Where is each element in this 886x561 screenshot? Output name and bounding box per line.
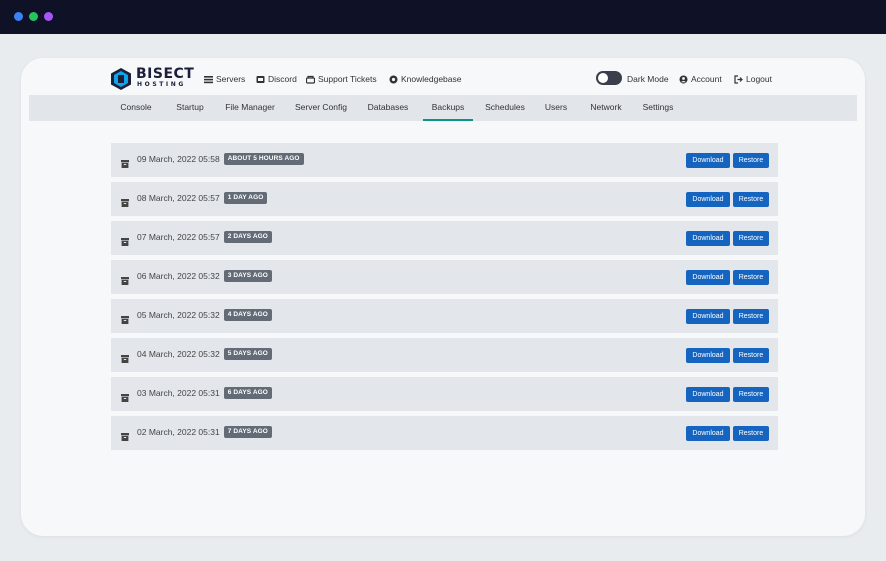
backup-date: 08 March, 2022 05:57 xyxy=(137,193,220,203)
backup-date: 04 March, 2022 05:32 xyxy=(137,349,220,359)
backup-meta: 02 March, 2022 05:31 7 DAYS AGO xyxy=(137,426,272,438)
app-panel: BISECT HOSTING Servers Discord Support T… xyxy=(21,58,865,536)
backup-date: 03 March, 2022 05:31 xyxy=(137,388,220,398)
backup-row: 06 March, 2022 05:32 3 DAYS AGO Download … xyxy=(111,260,778,294)
window-dot-green xyxy=(29,12,38,21)
nav-discord-label: Discord xyxy=(268,74,297,84)
tab-startup[interactable]: Startup xyxy=(172,95,208,121)
archive-icon xyxy=(121,389,129,402)
tab-schedules[interactable]: Schedules xyxy=(483,95,527,121)
download-button[interactable]: Download xyxy=(686,387,730,402)
discord-icon xyxy=(256,75,265,84)
tab-users[interactable]: Users xyxy=(541,95,571,121)
backup-date: 06 March, 2022 05:32 xyxy=(137,271,220,281)
restore-button[interactable]: Restore xyxy=(733,387,769,402)
logout-icon xyxy=(734,74,743,84)
age-badge: ABOUT 5 HOURS AGO xyxy=(223,153,304,165)
nav-servers-label: Servers xyxy=(216,74,246,84)
restore-button[interactable]: Restore xyxy=(733,426,769,441)
nav-support-tickets[interactable]: Support Tickets xyxy=(305,72,377,86)
server-tabs: Console Startup File Manager Server Conf… xyxy=(29,95,857,121)
age-badge: 7 DAYS AGO xyxy=(223,426,272,438)
archive-icon xyxy=(121,311,129,324)
age-badge: 4 DAYS AGO xyxy=(223,309,272,321)
backup-meta: 04 March, 2022 05:32 5 DAYS AGO xyxy=(137,348,272,360)
backup-meta: 07 March, 2022 05:57 2 DAYS AGO xyxy=(137,231,272,243)
backup-date: 02 March, 2022 05:31 xyxy=(137,427,220,437)
backup-meta: 09 March, 2022 05:58 ABOUT 5 HOURS AGO xyxy=(137,153,304,165)
nav-logout-label: Logout xyxy=(746,74,772,84)
restore-button[interactable]: Restore xyxy=(733,270,769,285)
tab-file-manager[interactable]: File Manager xyxy=(224,95,276,121)
backup-meta: 05 March, 2022 05:32 4 DAYS AGO xyxy=(137,309,272,321)
age-badge: 6 DAYS AGO xyxy=(223,387,272,399)
backup-row: 02 March, 2022 05:31 7 DAYS AGO Download … xyxy=(111,416,778,450)
nav-servers[interactable]: Servers xyxy=(204,72,245,86)
download-button[interactable]: Download xyxy=(686,192,730,207)
download-button[interactable]: Download xyxy=(686,231,730,246)
restore-button[interactable]: Restore xyxy=(733,309,769,324)
top-navigation: BISECT HOSTING Servers Discord Support T… xyxy=(21,58,865,95)
list-icon xyxy=(204,75,213,84)
tab-settings[interactable]: Settings xyxy=(639,95,677,121)
backup-row: 07 March, 2022 05:57 2 DAYS AGO Download … xyxy=(111,221,778,255)
user-icon xyxy=(679,75,688,84)
restore-button[interactable]: Restore xyxy=(733,348,769,363)
nav-support-tickets-label: Support Tickets xyxy=(318,74,377,84)
nav-discord[interactable]: Discord xyxy=(256,72,297,86)
backup-meta: 08 March, 2022 05:57 1 DAY AGO xyxy=(137,192,268,204)
nav-account[interactable]: Account xyxy=(679,72,722,86)
backup-row: 04 March, 2022 05:32 5 DAYS AGO Download … xyxy=(111,338,778,372)
backup-row: 08 March, 2022 05:57 1 DAY AGO Download R… xyxy=(111,182,778,216)
archive-icon xyxy=(121,428,129,441)
restore-button[interactable]: Restore xyxy=(733,231,769,246)
window-dot-purple xyxy=(44,12,53,21)
archive-icon xyxy=(121,272,129,285)
tab-backups[interactable]: Backups xyxy=(423,95,473,121)
age-badge: 5 DAYS AGO xyxy=(223,348,272,360)
backup-row: 03 March, 2022 05:31 6 DAYS AGO Download … xyxy=(111,377,778,411)
window-dot-blue xyxy=(14,12,23,21)
restore-button[interactable]: Restore xyxy=(733,153,769,168)
backup-date: 05 March, 2022 05:32 xyxy=(137,310,220,320)
tab-server-config[interactable]: Server Config xyxy=(293,95,349,121)
nav-knowledgebase[interactable]: Knowledgebase xyxy=(389,72,462,86)
backup-row: 05 March, 2022 05:32 4 DAYS AGO Download … xyxy=(111,299,778,333)
archive-icon xyxy=(121,350,129,363)
window-titlebar xyxy=(0,0,886,34)
dark-mode-label: Dark Mode xyxy=(627,72,669,86)
help-icon xyxy=(389,75,398,84)
brand-name: BISECT xyxy=(136,66,195,82)
download-button[interactable]: Download xyxy=(686,348,730,363)
nav-knowledgebase-label: Knowledgebase xyxy=(401,74,462,84)
age-badge: 3 DAYS AGO xyxy=(223,270,272,282)
archive-icon xyxy=(121,194,129,207)
download-button[interactable]: Download xyxy=(686,426,730,441)
ticket-icon xyxy=(305,75,316,84)
backup-date: 09 March, 2022 05:58 xyxy=(137,154,220,164)
backup-date: 07 March, 2022 05:57 xyxy=(137,232,220,242)
age-badge: 2 DAYS AGO xyxy=(223,231,272,243)
nav-account-label: Account xyxy=(691,74,722,84)
dark-mode-toggle[interactable] xyxy=(596,71,622,85)
backup-row: 09 March, 2022 05:58 ABOUT 5 HOURS AGO Do… xyxy=(111,143,778,177)
archive-icon xyxy=(121,155,129,168)
toggle-knob xyxy=(598,73,608,83)
nav-logout[interactable]: Logout xyxy=(734,72,772,86)
hexagon-logo-icon xyxy=(111,68,131,90)
download-button[interactable]: Download xyxy=(686,153,730,168)
download-button[interactable]: Download xyxy=(686,270,730,285)
restore-button[interactable]: Restore xyxy=(733,192,769,207)
brand-logo[interactable]: BISECT HOSTING xyxy=(110,67,194,93)
tab-network[interactable]: Network xyxy=(587,95,625,121)
download-button[interactable]: Download xyxy=(686,309,730,324)
tab-console[interactable]: Console xyxy=(117,95,155,121)
archive-icon xyxy=(121,233,129,246)
brand-subtitle: HOSTING xyxy=(137,81,186,88)
backup-meta: 03 March, 2022 05:31 6 DAYS AGO xyxy=(137,387,272,399)
backup-meta: 06 March, 2022 05:32 3 DAYS AGO xyxy=(137,270,272,282)
age-badge: 1 DAY AGO xyxy=(223,192,268,204)
dark-mode-text: Dark Mode xyxy=(627,74,669,84)
tab-databases[interactable]: Databases xyxy=(365,95,411,121)
